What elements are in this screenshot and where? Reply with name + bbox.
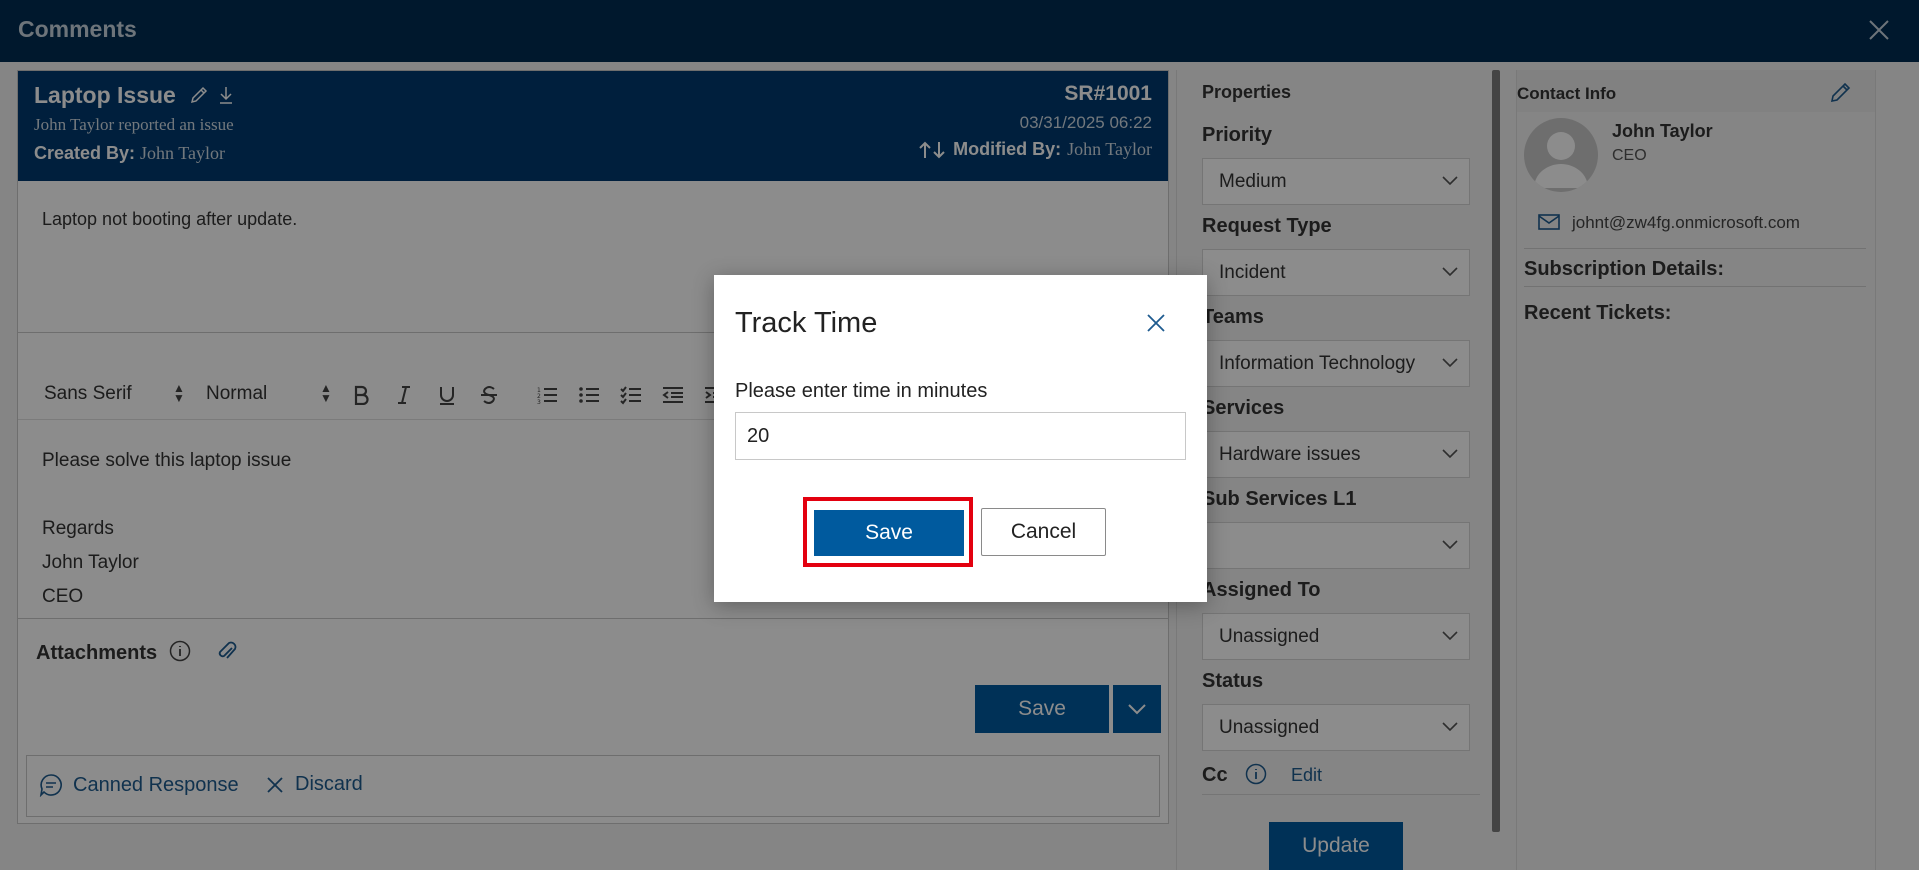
track-time-dialog: Track Time Please enter time in minutes …: [714, 275, 1207, 602]
time-input-label: Please enter time in minutes: [735, 380, 988, 402]
save-button[interactable]: Save: [814, 510, 964, 556]
time-minutes-input[interactable]: [735, 412, 1186, 460]
cancel-button[interactable]: Cancel: [981, 508, 1106, 556]
close-icon[interactable]: [1145, 312, 1167, 334]
dialog-title: Track Time: [735, 307, 878, 339]
